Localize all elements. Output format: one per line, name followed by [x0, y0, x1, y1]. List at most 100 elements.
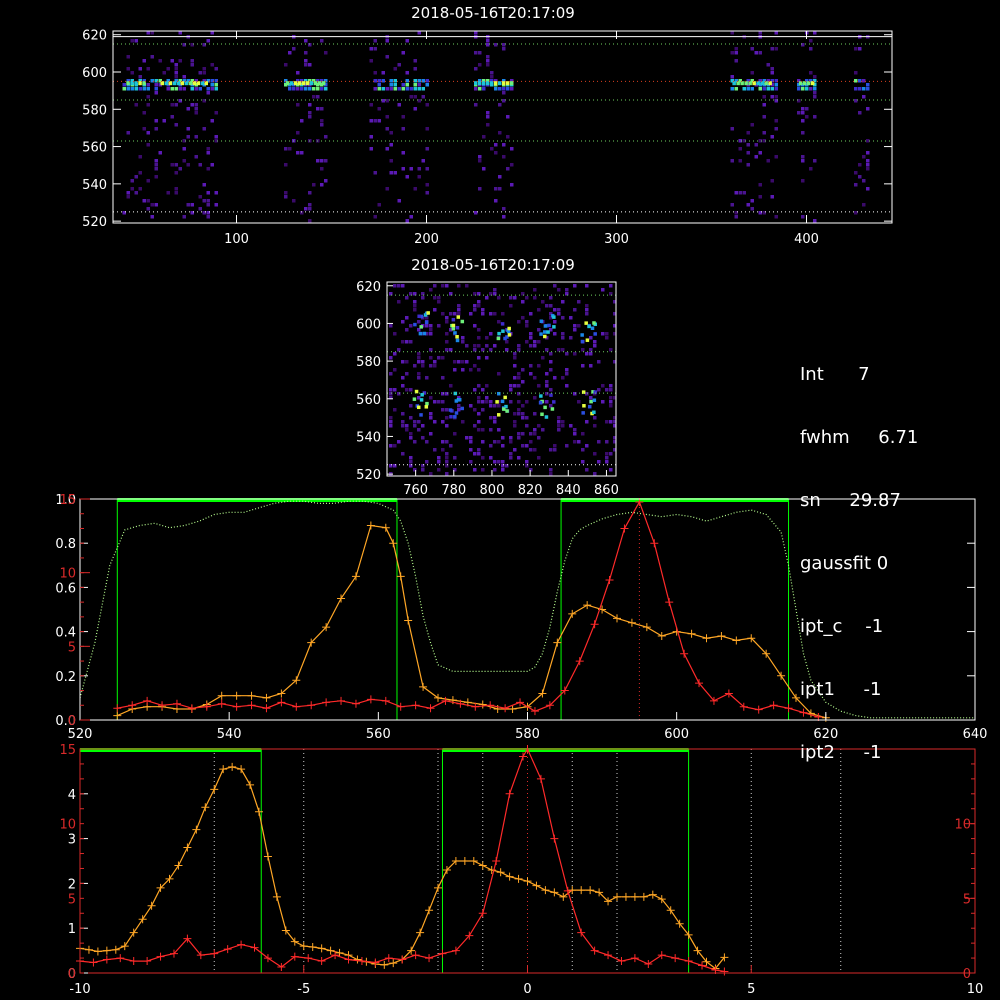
- heat-pixel: [477, 412, 481, 416]
- heat-pixel: [300, 87, 304, 91]
- heat-pixel: [134, 39, 138, 43]
- heat-pixel: [738, 159, 742, 163]
- heat-pixel: [589, 348, 593, 352]
- heat-pixel: [510, 163, 514, 167]
- heat-pixel: [517, 412, 521, 416]
- heat-pixel: [469, 440, 473, 444]
- heat-pixel: [451, 317, 456, 322]
- heat-pixel: [561, 424, 565, 428]
- heat-pixel: [474, 211, 478, 215]
- heat-pixel: [609, 384, 613, 388]
- heat-pixel: [429, 356, 433, 360]
- heat-pixel: [746, 87, 750, 91]
- heat-pixel: [178, 167, 182, 171]
- heat-pixel: [429, 472, 433, 476]
- heat-pixel: [774, 83, 778, 87]
- heat-pixel: [397, 63, 401, 67]
- heat-pixel: [455, 325, 460, 330]
- heat-pixel: [758, 87, 762, 91]
- heat-pixel: [509, 452, 513, 456]
- heat-pixel: [448, 408, 453, 412]
- heat-pixel: [866, 87, 870, 91]
- heat-pixel: [174, 187, 178, 191]
- heat-pixel: [465, 436, 469, 440]
- heat-pixel: [441, 284, 445, 288]
- heat-pixel: [417, 320, 421, 324]
- heat-pixel: [478, 51, 482, 55]
- heat-pixel: [401, 420, 405, 424]
- heat-pixel: [754, 143, 758, 147]
- heat-pixel: [202, 183, 206, 187]
- heat-pixel: [498, 81, 502, 86]
- y-tick-label: 620: [356, 280, 381, 295]
- heat-pixel: [389, 372, 393, 376]
- heat-pixel: [813, 159, 817, 163]
- heat-pixel: [797, 87, 801, 91]
- y-tick-label-red: 15: [59, 743, 76, 758]
- heat-pixel: [170, 115, 174, 119]
- heat-pixel: [549, 393, 553, 397]
- heat-pixel: [477, 336, 481, 340]
- heat-pixel: [393, 444, 397, 448]
- heat-pixel: [174, 123, 178, 127]
- x-tick-label: 840: [556, 483, 581, 498]
- heat-pixel: [496, 391, 501, 396]
- heat-pixel: [389, 420, 393, 424]
- heat-pixel: [581, 364, 585, 368]
- heat-pixel: [593, 424, 597, 428]
- heat-pixel: [573, 392, 577, 396]
- heat-pixel: [198, 87, 202, 91]
- heat-pixel: [417, 87, 421, 91]
- heat-pixel: [304, 39, 308, 43]
- heat-pixel: [489, 332, 493, 336]
- info-label: ipt_c: [800, 616, 843, 637]
- heat-pixel: [473, 388, 477, 392]
- heat-pixel: [389, 444, 393, 448]
- heat-pixel: [809, 39, 813, 43]
- heat-pixel: [320, 183, 324, 187]
- heat-pixel: [385, 55, 389, 59]
- heat-pixel: [552, 400, 556, 404]
- heat-pixel: [473, 468, 477, 472]
- heat-pixel: [489, 456, 493, 460]
- y-tick-label: 560: [356, 393, 381, 408]
- heat-pixel: [550, 407, 555, 411]
- heat-pixel: [473, 452, 477, 456]
- heat-pixel: [170, 59, 174, 63]
- heat-pixel: [421, 468, 425, 472]
- heat-pixel: [421, 296, 425, 300]
- heat-pixel: [206, 87, 210, 91]
- heat-pixel: [389, 87, 393, 91]
- heat-pixel: [389, 356, 393, 360]
- heat-pixel: [544, 415, 549, 419]
- heat-pixel: [130, 87, 134, 91]
- heat-pixel: [589, 396, 593, 400]
- heat-pixel: [405, 79, 409, 83]
- heat-pixel: [502, 215, 506, 219]
- heat-pixel: [317, 81, 322, 86]
- heat-pixel: [409, 460, 413, 464]
- heat-pixel: [509, 388, 513, 392]
- heat-pixel: [774, 95, 778, 99]
- heat-pixel: [730, 203, 734, 207]
- heat-pixel: [498, 175, 502, 179]
- heat-pixel: [561, 316, 565, 320]
- heat-pixel: [854, 71, 858, 75]
- heat-pixel: [154, 91, 158, 95]
- heat-pixel: [130, 187, 134, 191]
- heat-pixel: [557, 428, 561, 432]
- heat-pixel: [538, 401, 543, 405]
- heat-pixel: [126, 191, 130, 195]
- heat-pixel: [478, 81, 482, 86]
- heat-pixel: [529, 344, 533, 348]
- heat-pixel: [324, 135, 328, 139]
- heat-pixel: [416, 405, 421, 410]
- heat-pixel: [489, 428, 493, 432]
- heat-pixel: [866, 187, 870, 191]
- heat-pixel: [461, 368, 465, 372]
- heat-pixel: [549, 304, 553, 308]
- y-tick-label: 580: [356, 355, 381, 370]
- panel-mid-title: 2018-05-16T20:17:09: [411, 256, 575, 274]
- heat-pixel: [421, 87, 425, 91]
- heat-pixel: [214, 203, 218, 207]
